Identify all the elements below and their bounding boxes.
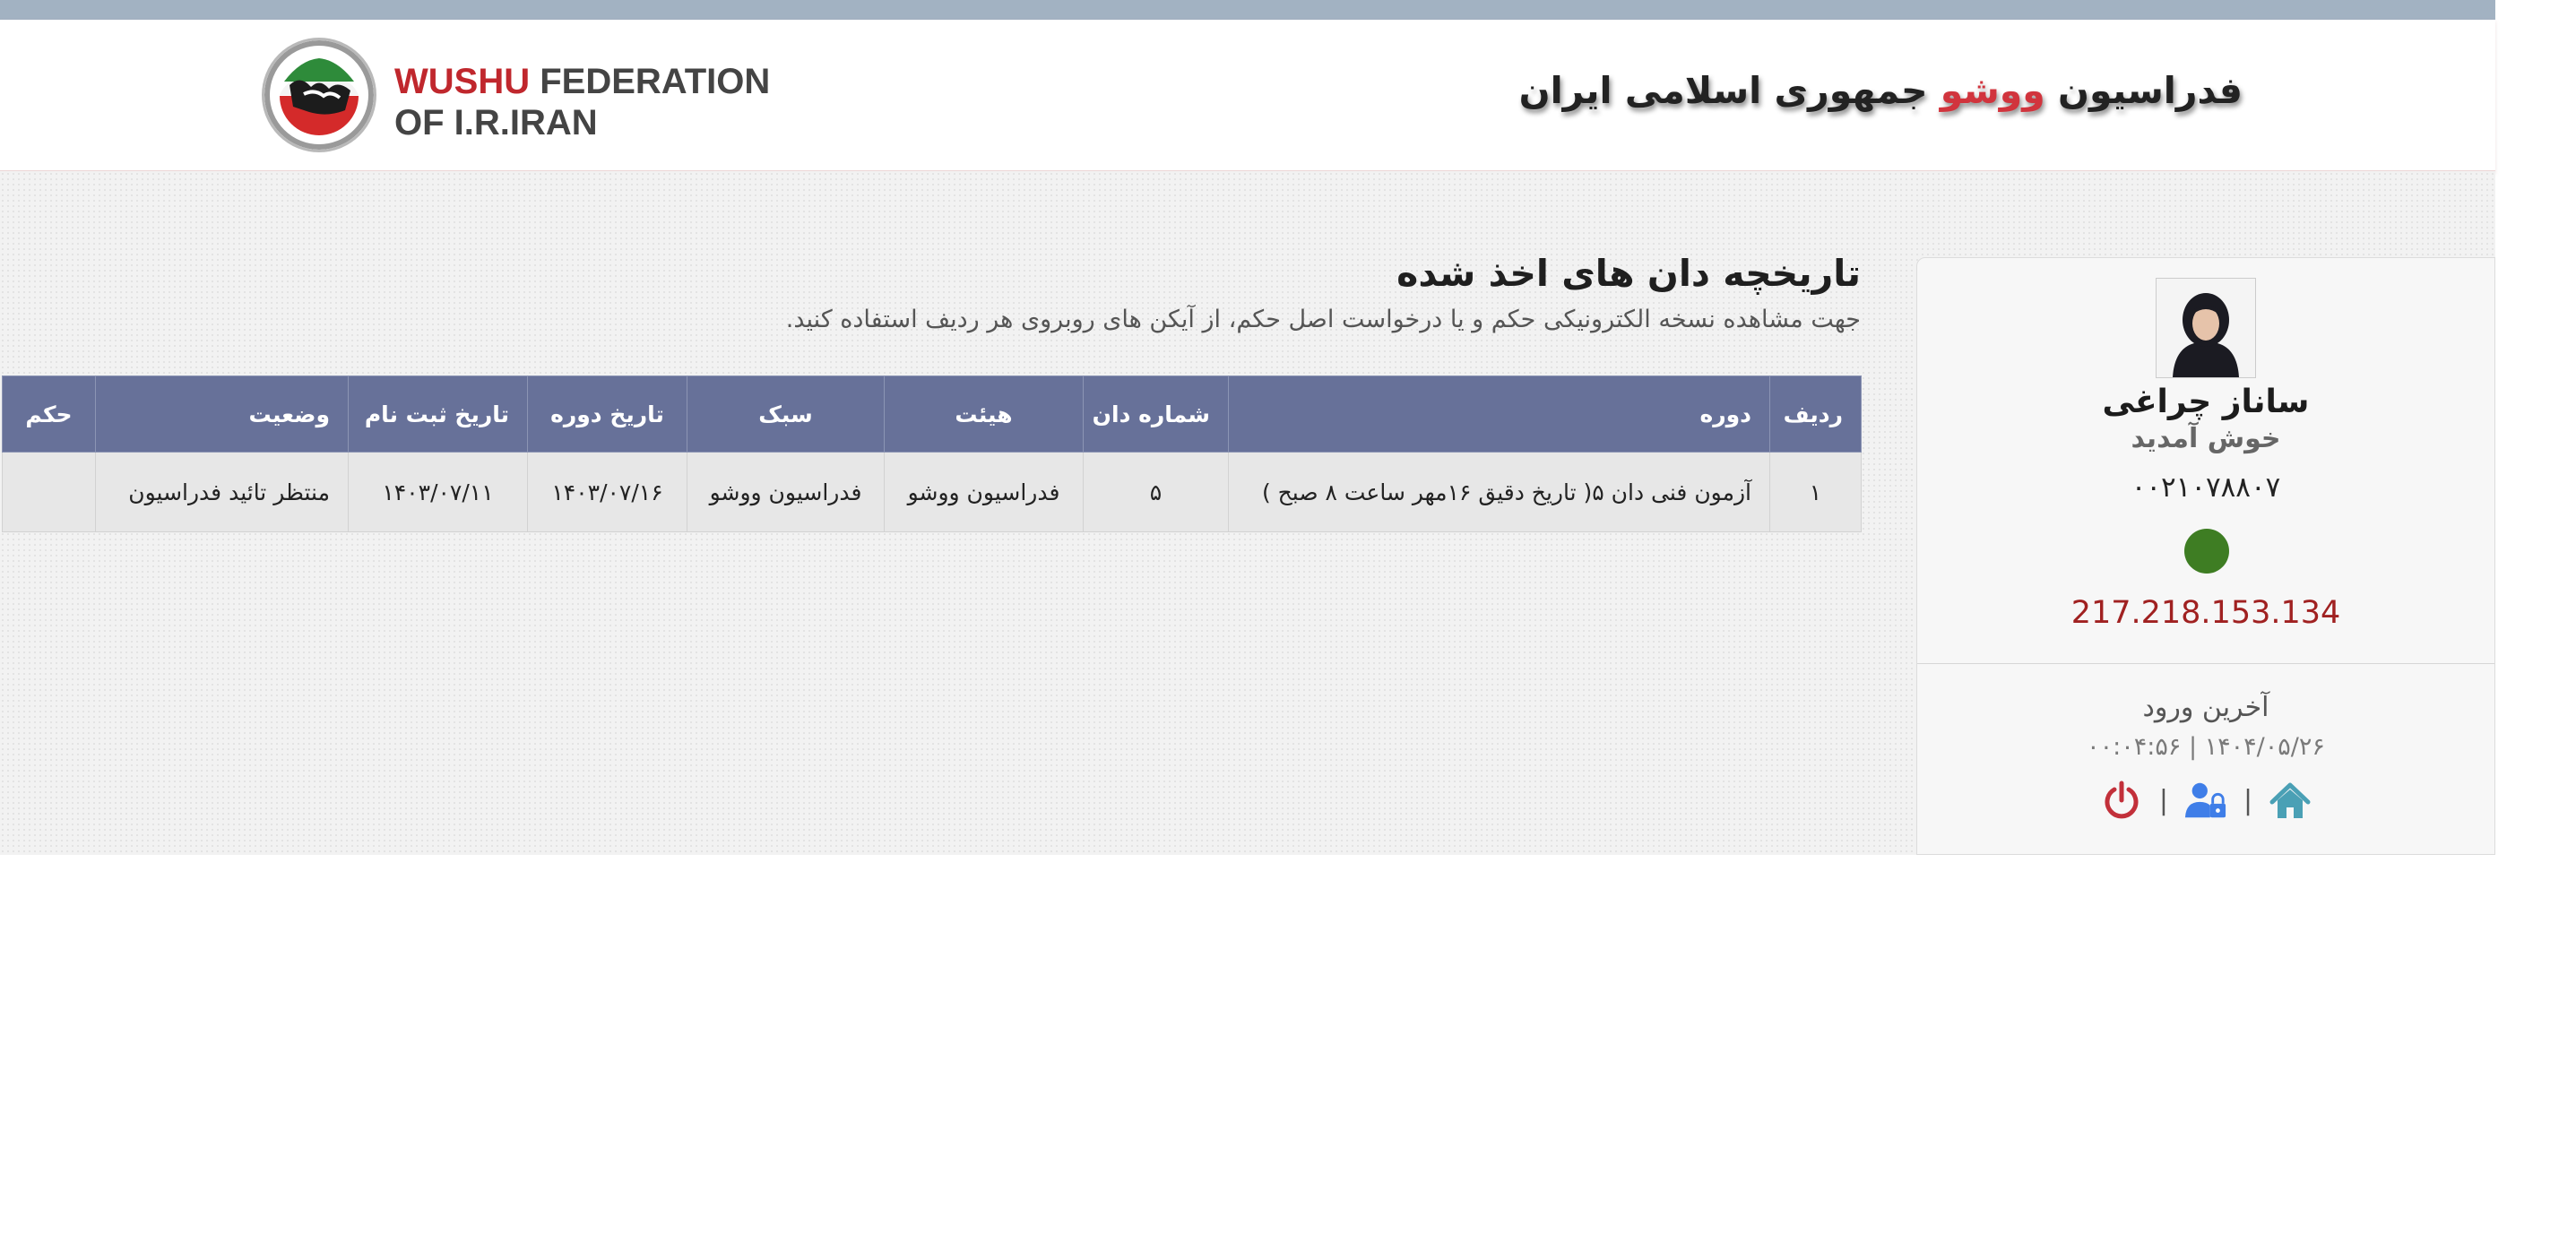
online-status-icon [2184, 529, 2229, 574]
user-photo-icon [2157, 279, 2255, 377]
cell-reg-date: ۱۴۰۳/۰۷/۱۱ [348, 452, 528, 532]
ip-address: 217.218.153.134 [2070, 595, 2341, 631]
national-code: ۰۰۲۱۰۷۸۸۰۷ [2131, 471, 2281, 504]
main-content-area: ساناز چراغی خوش آمدید ۰۰۲۱۰۷۸۸۰۷ 217.218… [0, 171, 2495, 855]
col-header-row-number[interactable]: ردیف [1769, 375, 1862, 453]
cell-status: منتظر تائید فدراسیون [95, 452, 349, 532]
col-header-board[interactable]: هیئت [884, 375, 1084, 453]
logo-text: WUSHU FEDERATION OF I.R.IRAN [394, 61, 770, 143]
col-header-style[interactable]: سبک [687, 375, 885, 453]
header-title: فدراسیون ووشو جمهوری اسلامی ایران [1519, 69, 2243, 112]
col-header-dan[interactable]: شماره دان [1083, 375, 1229, 453]
cell-board: فدراسیون ووشو [884, 452, 1084, 532]
logo-country: OF I.R.IRAN [394, 103, 598, 142]
header-title-part2: جمهوری اسلامی ایران [1518, 69, 1941, 112]
col-header-course-date[interactable]: تاریخ دوره [527, 375, 687, 453]
welcome-text: خوش آمدید [2131, 423, 2281, 454]
change-password-button[interactable] [2184, 779, 2227, 822]
cell-style: فدراسیون ووشو [687, 452, 885, 532]
col-header-verdict[interactable]: حکم [2, 375, 96, 453]
col-header-status[interactable]: وضعیت [95, 375, 349, 453]
top-strip [0, 0, 2495, 20]
home-icon [2269, 782, 2311, 818]
table-row[interactable]: ۱ آزمون فنی دان ۵( تاریخ دقیق ۱۶مهر ساعت… [2, 452, 1862, 532]
dan-history-table: ردیف دوره شماره دان هیئت سبک تاریخ دوره … [2, 375, 1862, 532]
divider [1917, 663, 2494, 664]
table-header-row: ردیف دوره شماره دان هیئت سبک تاریخ دوره … [2, 375, 1862, 453]
cell-course: آزمون فنی دان ۵( تاریخ دقیق ۱۶مهر ساعت ۸… [1228, 452, 1770, 532]
col-header-reg-date[interactable]: تاریخ ثبت نام [348, 375, 528, 453]
header-title-wushu: ووشو [1940, 69, 2045, 112]
separator: | [2243, 784, 2253, 816]
user-lock-icon [2184, 782, 2226, 818]
site-header: WUSHU FEDERATION OF I.R.IRAN فدراسیون وو… [0, 20, 2495, 172]
last-login-time: ۰۰:۰۴:۵۶ | ۱۴۰۴/۰۵/۲۶ [2087, 733, 2325, 761]
home-button[interactable] [2269, 779, 2312, 822]
logout-button[interactable] [2100, 779, 2143, 822]
header-title-part1: فدراسیون [2044, 69, 2243, 112]
page-description: جهت مشاهده نسخه الکترونیکی حکم و یا درخو… [785, 306, 1861, 333]
logo-federation-word: FEDERATION [530, 62, 771, 101]
separator: | [2158, 784, 2168, 816]
cell-verdict[interactable] [2, 452, 96, 532]
logo-wushu-word: WUSHU [394, 62, 531, 101]
power-icon [2105, 781, 2139, 819]
profile-actions: | | [1917, 778, 2494, 823]
avatar [2156, 278, 2256, 378]
col-header-course[interactable]: دوره [1228, 375, 1770, 453]
page-title: تاریخچه دان های اخذ شده [1396, 252, 1861, 295]
profile-card: ساناز چراغی خوش آمدید ۰۰۲۱۰۷۸۸۰۷ 217.218… [1916, 257, 2495, 855]
cell-course-date: ۱۴۰۳/۰۷/۱۶ [527, 452, 687, 532]
last-login-label: آخرین ورود [2142, 692, 2269, 723]
cell-dan: ۵ [1083, 452, 1229, 532]
federation-emblem-icon [262, 38, 376, 152]
profile-name: ساناز چراغی [2102, 384, 2310, 420]
cell-row-number: ۱ [1769, 452, 1862, 532]
